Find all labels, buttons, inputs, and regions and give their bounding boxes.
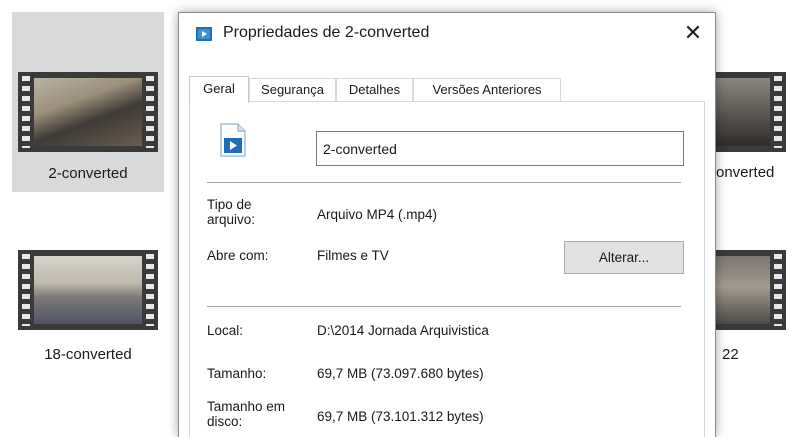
film-perforation-icon [22, 254, 30, 326]
explorer-item-label: onverted [716, 164, 775, 181]
film-perforation-icon [146, 76, 154, 148]
separator [207, 182, 681, 183]
video-file-icon [196, 27, 212, 41]
size-on-disk-value: 69,7 MB (73.101.312 bytes) [317, 409, 484, 424]
tab-detalhes[interactable]: Detalhes [336, 78, 413, 102]
size-on-disk-label: Tamanho em disco: [207, 399, 286, 429]
tab-versoes-anteriores[interactable]: Versões Anteriores [413, 78, 561, 102]
explorer-item-18-converted[interactable]: 18-converted [12, 248, 164, 378]
mp4-file-icon [220, 123, 246, 157]
location-label: Local: [207, 323, 244, 338]
file-type-label: Tipo de arquivo: [207, 197, 256, 227]
explorer-item-label: 2-converted [48, 165, 128, 182]
close-button[interactable]: ✕ [671, 13, 715, 55]
video-frame [34, 78, 142, 146]
dialog-titlebar[interactable]: Propriedades de 2-converted ✕ [179, 13, 715, 55]
location-value: D:\2014 Jornada Arquivistica [317, 323, 489, 338]
explorer-item-label: 18-converted [44, 346, 132, 363]
video-frame [714, 78, 770, 146]
film-perforation-icon [774, 76, 782, 148]
film-perforation-icon [146, 254, 154, 326]
video-frame [714, 256, 770, 324]
video-thumbnail [18, 250, 158, 330]
change-app-button[interactable]: Alterar... [564, 241, 684, 274]
film-perforation-icon [22, 76, 30, 148]
video-thumbnail [710, 250, 786, 330]
explorer-item-2-converted[interactable]: 2-converted [12, 12, 164, 192]
explorer-item-label: 22 [722, 346, 739, 363]
file-name-input[interactable] [316, 131, 684, 166]
dialog-title: Propriedades de 2-converted [223, 24, 430, 41]
film-perforation-icon [774, 254, 782, 326]
size-value: 69,7 MB (73.097.680 bytes) [317, 366, 484, 381]
video-thumbnail [18, 72, 158, 152]
tab-geral[interactable]: Geral [189, 76, 249, 103]
opens-with-label: Abre com: [207, 248, 269, 263]
properties-dialog: Propriedades de 2-converted ✕ Geral Segu… [178, 12, 716, 437]
tab-seguranca[interactable]: Segurança [249, 78, 336, 102]
video-thumbnail [710, 72, 786, 152]
separator [207, 306, 681, 307]
file-type-value: Arquivo MP4 (.mp4) [317, 207, 438, 222]
video-frame [34, 256, 142, 324]
size-label: Tamanho: [207, 366, 267, 381]
opens-with-value: Filmes e TV [317, 248, 389, 263]
